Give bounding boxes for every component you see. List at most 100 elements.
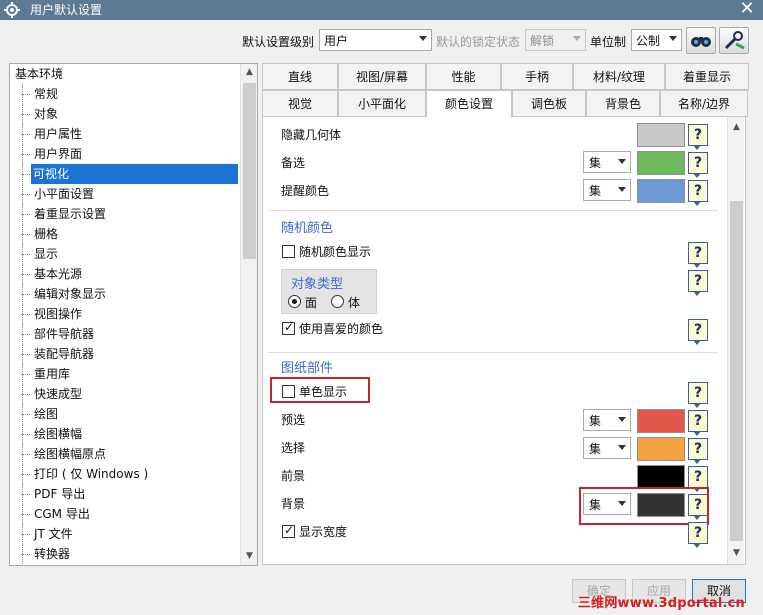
tree-item[interactable]: 快速成型 <box>10 384 240 404</box>
tree-connector <box>22 454 30 455</box>
help-icon[interactable]: ? <box>688 438 708 464</box>
chevron-down-icon <box>573 36 581 41</box>
settings-tree[interactable]: 基本环境常规对象 用户属性 用户界面 可视化 小平面设置 着重显示设置 栅格 显示基本光源编辑… <box>9 63 258 566</box>
tab[interactable]: 材料/纹理 <box>573 63 665 90</box>
tree-item[interactable]: PDF 导出 <box>10 484 240 504</box>
help-icon[interactable]: ? <box>688 242 708 268</box>
chevron-down-icon <box>618 445 626 450</box>
manage-settings-button[interactable] <box>719 27 749 54</box>
find-setting-button[interactable] <box>686 27 716 54</box>
tab[interactable]: 直线 <box>262 63 338 90</box>
tab[interactable]: 视觉 <box>262 90 338 117</box>
tab[interactable]: 性能 <box>426 63 501 90</box>
tree-connector <box>22 134 30 135</box>
unit-value: 公制 <box>636 34 661 48</box>
show-width-checkbox[interactable] <box>282 523 295 538</box>
highlight-box-background <box>579 487 709 525</box>
use-favorite-color-label: 使用喜爱的颜色 <box>299 322 384 336</box>
tree-item[interactable]: 显示 <box>10 244 240 264</box>
help-icon[interactable]: ? <box>688 382 708 408</box>
tree-item[interactable]: 常规 <box>10 84 240 104</box>
object-type-body-radio[interactable] <box>331 295 344 308</box>
tree-scrollbar[interactable]: ▲ ▼ <box>240 64 257 565</box>
select-mode-select[interactable]: 集 <box>583 437 631 459</box>
tree-item[interactable]: 对象 <box>10 104 240 124</box>
tab[interactable]: 手柄 <box>501 63 573 90</box>
tree-item-label: 常规 <box>34 87 59 101</box>
help-icon[interactable]: ? <box>688 319 708 345</box>
tab[interactable]: 背景色 <box>586 90 660 117</box>
help-icon[interactable]: ? <box>688 152 708 178</box>
scroll-up-icon[interactable]: ▲ <box>728 119 745 136</box>
object-type-face-radio[interactable] <box>288 295 301 308</box>
tree-scroll-thumb[interactable] <box>243 83 256 259</box>
tree-item[interactable]: 绘图 <box>10 404 240 424</box>
tree-item[interactable]: 编辑对象显示 <box>10 284 240 304</box>
tree-item[interactable]: 用户界面 <box>10 144 240 164</box>
reminder-mode-select[interactable]: 集 <box>583 179 631 201</box>
hidden-geometry-label: 隐藏几何体 <box>281 128 342 142</box>
help-icon[interactable]: ? <box>688 270 708 296</box>
foreground-color-swatch[interactable] <box>637 465 685 489</box>
scroll-down-icon[interactable]: ▼ <box>728 545 745 562</box>
preselect-color-swatch[interactable] <box>637 409 685 433</box>
object-type-group: 对象类型 面 体 <box>281 269 377 314</box>
tab[interactable]: 着重显示 <box>665 63 749 90</box>
tree-connector <box>22 234 30 235</box>
tab[interactable]: 视图/屏幕 <box>338 63 426 90</box>
tree-item[interactable]: JT 文件 <box>10 524 240 544</box>
random-color-display-label: 随机颜色显示 <box>299 245 372 259</box>
tree-item[interactable]: 装配导航器 <box>10 344 240 364</box>
unit-select[interactable]: 公制 <box>631 29 682 51</box>
help-icon[interactable]: ? <box>688 124 708 150</box>
use-favorite-color-checkbox[interactable] <box>282 320 295 335</box>
help-icon[interactable]: ? <box>688 522 708 548</box>
object-type-face-label: 面 <box>305 296 318 310</box>
scroll-down-icon[interactable]: ▼ <box>241 548 257 565</box>
alternate-mode-select[interactable]: 集 <box>583 151 631 173</box>
tree-item-label: 基本光源 <box>34 267 83 281</box>
tree-item[interactable]: 绘图横幅原点 <box>10 444 240 464</box>
tree-item[interactable]: 可视化 <box>10 164 240 184</box>
tab[interactable]: 小平面化 <box>338 90 426 117</box>
close-icon[interactable]: ✕ <box>736 0 758 20</box>
preselect-mode-select[interactable]: 集 <box>583 409 631 431</box>
tree-item[interactable]: 重用库 <box>10 364 240 384</box>
scroll-up-icon[interactable]: ▲ <box>241 64 257 81</box>
reminder-color-label: 提醒颜色 <box>281 184 330 198</box>
reminder-color-swatch[interactable] <box>637 179 685 203</box>
object-type-body-label: 体 <box>348 296 361 310</box>
panel-scrollbar[interactable]: ▲ ▼ <box>727 117 744 564</box>
tree-item[interactable]: 小平面设置 <box>10 184 240 204</box>
tree-connector <box>22 114 30 115</box>
alternate-color-swatch[interactable] <box>637 151 685 175</box>
tree-connector <box>22 554 30 555</box>
tree-item[interactable]: 基本光源 <box>10 264 240 284</box>
select-color-swatch[interactable] <box>637 437 685 461</box>
help-icon[interactable]: ? <box>688 180 708 206</box>
tree-connector <box>22 474 30 475</box>
tab[interactable]: 名称/边界 <box>660 90 748 117</box>
tree-item[interactable]: CGM 导出 <box>10 504 240 524</box>
lock-state-value: 解锁 <box>530 34 555 48</box>
random-color-checkbox[interactable] <box>282 245 295 258</box>
tree-item[interactable]: 绘图横幅 <box>10 424 240 444</box>
tab[interactable]: 颜色设置 <box>426 90 512 118</box>
tab[interactable]: 调色板 <box>512 90 586 117</box>
tree-item[interactable]: 部件导航器 <box>10 324 240 344</box>
hidden-geometry-color-swatch[interactable] <box>637 123 685 147</box>
tree-connector <box>22 394 30 395</box>
tree-item[interactable]: 着重显示设置 <box>10 204 240 224</box>
tree-item[interactable]: 打印 ( 仅 Windows ) <box>10 464 240 484</box>
help-icon[interactable]: ? <box>688 466 708 492</box>
drawing-part-section-title: 图纸部件 <box>281 361 334 376</box>
panel-scroll-thumb[interactable] <box>730 201 743 541</box>
tree-root[interactable]: 基本环境 <box>10 64 240 84</box>
tree-item-label: JT 文件 <box>34 527 73 541</box>
tree-item[interactable]: 栅格 <box>10 224 240 244</box>
tree-item[interactable]: 用户属性 <box>10 124 240 144</box>
tree-item[interactable]: 视图操作 <box>10 304 240 324</box>
tree-item[interactable]: 转换器 <box>10 544 240 564</box>
help-icon[interactable]: ? <box>688 410 708 436</box>
default-level-select[interactable]: 用户 <box>319 29 432 51</box>
